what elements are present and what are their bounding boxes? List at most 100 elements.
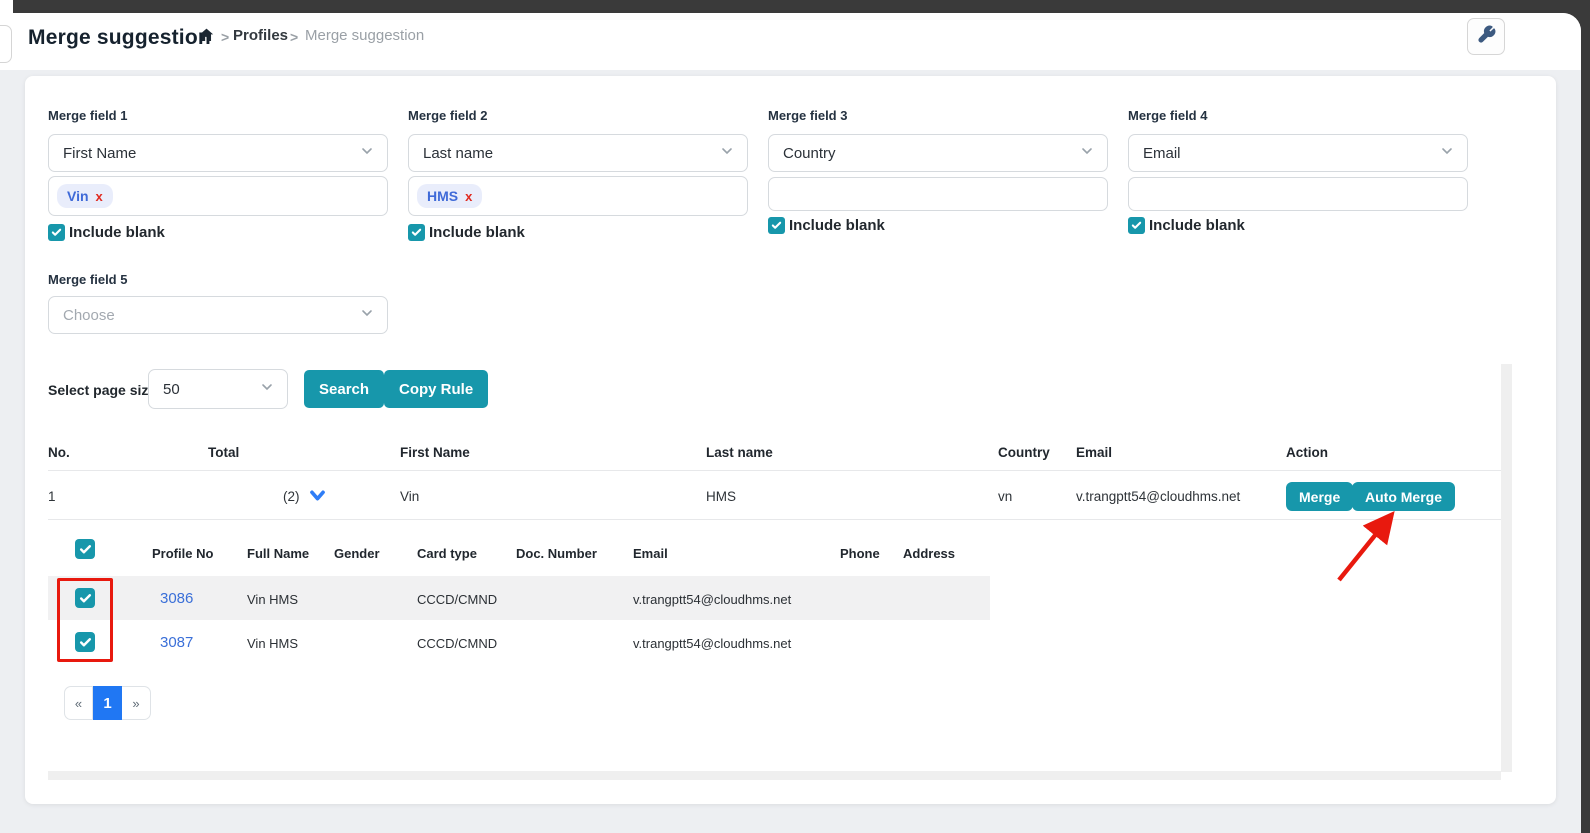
cell-card-type: CCCD/CMND	[417, 592, 497, 607]
cell-full-name: Vin HMS	[247, 592, 298, 607]
tag-label: HMS	[427, 188, 458, 204]
cell-no: 1	[48, 489, 56, 504]
cell-country: vn	[998, 489, 1012, 504]
merge-field-5-placeholder: Choose	[63, 307, 115, 324]
page-size-label: Select page size:	[48, 382, 161, 398]
pagination-page-1[interactable]: 1	[93, 686, 122, 720]
include-blank-label: Include blank	[1149, 217, 1245, 234]
frame-corner	[0, 0, 13, 13]
cell-first-name: Vin	[400, 489, 419, 504]
sidebar-toggle-handle[interactable]	[0, 25, 12, 63]
include-blank-label: Include blank	[789, 217, 885, 234]
select-all-checkbox[interactable]	[75, 539, 95, 559]
col-first-name: First Name	[400, 445, 470, 460]
col-last-name: Last name	[706, 445, 773, 460]
annotation-arrow	[1325, 506, 1415, 601]
subcol-card-type: Card type	[417, 546, 477, 561]
cell-full-name: Vin HMS	[247, 636, 298, 651]
subcol-address: Address	[903, 546, 955, 561]
merge-field-5-label: Merge field 5	[48, 272, 127, 287]
expand-chevron-icon[interactable]	[308, 486, 327, 510]
search-button[interactable]: Search	[304, 370, 384, 408]
merge-field-1-select[interactable]: First Name	[48, 134, 388, 172]
include-blank-label: Include blank	[69, 224, 165, 241]
merge-field-2-include-blank: Include blank	[408, 224, 525, 241]
copy-rule-button[interactable]: Copy Rule	[384, 370, 488, 408]
chevron-down-icon	[359, 143, 375, 163]
merge-field-2-tag-input[interactable]: HMS x	[408, 176, 748, 216]
merge-field-1-tag-input[interactable]: Vin x	[48, 176, 388, 216]
page-title: Merge suggestion	[28, 26, 211, 50]
breadcrumb-current: Merge suggestion	[305, 27, 424, 44]
subcol-email: Email	[633, 546, 668, 561]
merge-field-1-include-blank: Include blank	[48, 224, 165, 241]
merge-field-3-label: Merge field 3	[768, 108, 847, 123]
cell-card-type: CCCD/CMND	[417, 636, 497, 651]
vertical-scrollbar[interactable]	[1501, 364, 1512, 772]
wrench-icon	[1477, 25, 1496, 49]
app-header: Merge suggestion > Profiles > Merge sugg…	[0, 13, 1581, 70]
tag-remove-icon[interactable]: x	[465, 189, 472, 204]
app-viewport: Merge suggestion > Profiles > Merge sugg…	[0, 13, 1581, 833]
subcol-gender: Gender	[334, 546, 380, 561]
merge-field-3-value: Country	[783, 145, 836, 162]
cell-last-name: HMS	[706, 489, 736, 504]
pagination-prev[interactable]: «	[64, 686, 93, 720]
col-country: Country	[998, 445, 1050, 460]
pagination: « 1 »	[64, 686, 151, 720]
breadcrumb-separator: >	[290, 29, 298, 45]
merge-field-5-select[interactable]: Choose	[48, 296, 388, 334]
profile-link[interactable]: 3086	[160, 590, 193, 607]
include-blank-checkbox[interactable]	[408, 224, 425, 241]
chevron-down-icon	[259, 379, 275, 399]
include-blank-checkbox[interactable]	[768, 217, 785, 234]
col-total: Total	[208, 445, 239, 460]
tag-vin: Vin x	[57, 184, 113, 208]
col-action: Action	[1286, 445, 1328, 460]
merge-field-2-value: Last name	[423, 145, 493, 162]
settings-button[interactable]	[1467, 18, 1505, 55]
table-divider	[48, 519, 1501, 520]
tag-remove-icon[interactable]: x	[96, 189, 103, 204]
cell-email: v.trangptt54@cloudhms.net	[1076, 489, 1240, 504]
cell-total: (2)	[283, 489, 300, 504]
chevron-down-icon	[359, 305, 375, 325]
merge-field-3-value-input[interactable]	[768, 177, 1108, 211]
chevron-down-icon	[1079, 143, 1095, 163]
tag-label: Vin	[67, 188, 89, 204]
row-checkbox[interactable]	[75, 632, 95, 652]
tag-hms: HMS x	[417, 184, 482, 208]
pagination-next[interactable]: »	[122, 686, 151, 720]
subcol-profile-no: Profile No	[152, 546, 213, 561]
horizontal-scrollbar[interactable]	[48, 771, 1501, 780]
row-checkbox[interactable]	[75, 588, 95, 608]
merge-field-2-select[interactable]: Last name	[408, 134, 748, 172]
merge-field-4-value: Email	[1143, 145, 1181, 162]
chevron-down-icon	[719, 143, 735, 163]
breadcrumb-profiles[interactable]: Profiles	[233, 27, 288, 44]
table-divider	[48, 470, 1501, 471]
include-blank-checkbox[interactable]	[48, 224, 65, 241]
merge-field-3-select[interactable]: Country	[768, 134, 1108, 172]
merge-field-3-include-blank: Include blank	[768, 217, 885, 234]
chevron-down-icon	[1439, 143, 1455, 163]
page-size-value: 50	[163, 381, 180, 398]
home-icon[interactable]	[198, 27, 215, 48]
include-blank-label: Include blank	[429, 224, 525, 241]
cell-email: v.trangptt54@cloudhms.net	[633, 636, 791, 651]
merge-field-4-select[interactable]: Email	[1128, 134, 1468, 172]
page-size-select[interactable]: 50	[148, 369, 288, 409]
merge-field-2-label: Merge field 2	[408, 108, 487, 123]
col-no: No.	[48, 445, 70, 460]
merge-field-4-include-blank: Include blank	[1128, 217, 1245, 234]
merge-suggestion-screen: Merge suggestion > Profiles > Merge sugg…	[0, 0, 1590, 833]
profile-link[interactable]: 3087	[160, 634, 193, 651]
merge-field-4-value-input[interactable]	[1128, 177, 1468, 211]
merge-field-4-label: Merge field 4	[1128, 108, 1207, 123]
merge-suggestion-card: Merge field 1 First Name Vin x Include b…	[25, 76, 1556, 804]
subcol-doc-number: Doc. Number	[516, 546, 597, 561]
merge-field-1-label: Merge field 1	[48, 108, 127, 123]
breadcrumb-separator: >	[221, 29, 229, 45]
include-blank-checkbox[interactable]	[1128, 217, 1145, 234]
subcol-phone: Phone	[840, 546, 880, 561]
